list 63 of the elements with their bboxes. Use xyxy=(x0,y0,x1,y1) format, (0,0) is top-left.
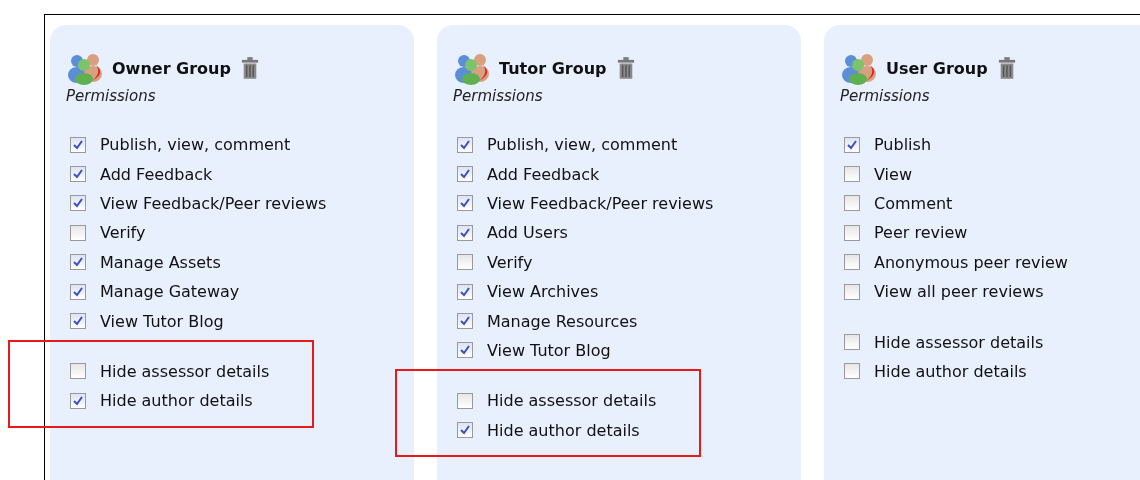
checkbox[interactable] xyxy=(844,195,860,212)
permissions-label: Permissions xyxy=(453,87,544,105)
checkbox[interactable] xyxy=(70,392,86,409)
permission-label: View xyxy=(874,164,912,184)
trash-icon[interactable] xyxy=(240,56,259,80)
checkbox[interactable] xyxy=(457,392,473,409)
permission-label: View Archives xyxy=(487,282,599,302)
checkbox[interactable] xyxy=(457,283,473,300)
permission-label: Publish, view, comment xyxy=(487,135,678,155)
checkbox[interactable] xyxy=(457,166,473,183)
permission-label: Hide assessor details xyxy=(100,361,270,381)
checkbox[interactable] xyxy=(457,313,473,330)
permission-label: Anonymous peer review xyxy=(874,252,1068,272)
permission-label: Manage Gateway xyxy=(100,282,240,302)
permission-label: Peer review xyxy=(874,223,968,243)
group-name: User Group xyxy=(886,58,988,78)
checkbox[interactable] xyxy=(844,283,860,300)
checkbox[interactable] xyxy=(844,224,860,241)
checkbox[interactable] xyxy=(844,254,860,271)
permission-label: Hide author details xyxy=(487,420,640,440)
permission-label: Publish xyxy=(874,135,932,155)
checkbox[interactable] xyxy=(457,254,473,271)
checkbox[interactable] xyxy=(457,224,473,241)
permission-label: Hide assessor details xyxy=(487,391,657,411)
permission-label: Hide author details xyxy=(100,391,253,411)
checkbox[interactable] xyxy=(70,313,86,330)
permission-label: Hide assessor details xyxy=(874,332,1044,352)
permission-label: Manage Assets xyxy=(100,252,221,272)
trash-icon[interactable] xyxy=(616,56,635,80)
permission-label: View Feedback/Peer reviews xyxy=(100,193,327,213)
permission-label: Manage Resources xyxy=(487,311,638,331)
permissions-label: Permissions xyxy=(840,87,931,105)
permission-label: View Tutor Blog xyxy=(100,311,224,331)
permission-label: Add Feedback xyxy=(100,164,213,184)
group-name: Tutor Group xyxy=(499,58,607,78)
permission-label: Add Users xyxy=(487,223,568,243)
permission-label: Verify xyxy=(100,223,146,243)
permission-label: View Feedback/Peer reviews xyxy=(487,193,714,213)
trash-icon[interactable] xyxy=(997,56,1016,80)
checkbox[interactable] xyxy=(70,254,86,271)
checkbox[interactable] xyxy=(844,136,860,153)
permission-label: Comment xyxy=(874,193,953,213)
checkbox[interactable] xyxy=(70,363,86,380)
group-name: Owner Group xyxy=(112,58,231,78)
permission-label: View all peer reviews xyxy=(874,282,1044,302)
checkbox[interactable] xyxy=(70,166,86,183)
checkbox[interactable] xyxy=(70,195,86,212)
checkbox[interactable] xyxy=(70,136,86,153)
checkbox[interactable] xyxy=(70,283,86,300)
checkbox[interactable] xyxy=(844,334,860,351)
permission-label: Hide author details xyxy=(874,361,1027,381)
permissions-label: Permissions xyxy=(66,87,157,105)
permission-label: Verify xyxy=(487,252,533,272)
checkbox[interactable] xyxy=(457,195,473,212)
checkbox[interactable] xyxy=(70,224,86,241)
checkbox[interactable] xyxy=(457,342,473,359)
permission-label: Add Feedback xyxy=(487,164,600,184)
checkbox[interactable] xyxy=(457,136,473,153)
checkbox[interactable] xyxy=(457,422,473,439)
permission-label: View Tutor Blog xyxy=(487,340,611,360)
permission-label: Publish, view, comment xyxy=(100,135,291,155)
checkbox[interactable] xyxy=(844,363,860,380)
checkbox[interactable] xyxy=(844,166,860,183)
